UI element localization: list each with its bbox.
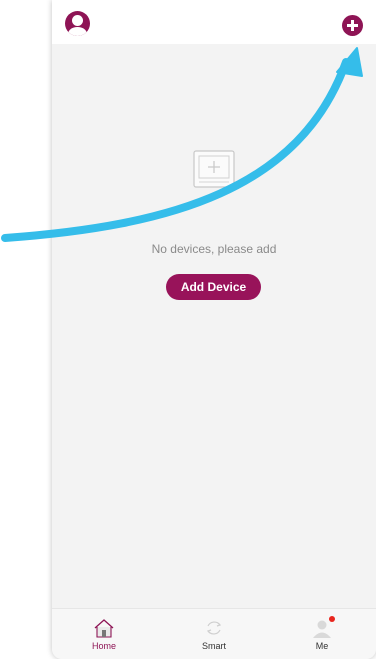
empty-device-box-icon	[193, 150, 235, 188]
tab-home[interactable]: Home	[64, 609, 144, 659]
bottom-tab-bar: Home Smart Me	[52, 608, 376, 659]
phone-screen: No devices, please add Add Device Home S…	[52, 0, 376, 659]
tab-home-label: Home	[91, 641, 116, 651]
avatar-body	[68, 27, 87, 36]
add-device-button[interactable]: Add Device	[166, 274, 261, 300]
tab-smart-label: Smart	[201, 641, 226, 651]
avatar-head	[72, 15, 83, 26]
notification-badge	[329, 616, 335, 622]
add-device-plus-button[interactable]	[342, 15, 363, 36]
tab-me[interactable]: Me	[282, 609, 362, 659]
screenshot-canvas: No devices, please add Add Device Home S…	[0, 0, 376, 659]
tab-me-label: Me	[315, 641, 329, 651]
refresh-icon	[206, 621, 222, 635]
user-avatar-icon[interactable]	[65, 11, 90, 36]
home-icon	[94, 619, 114, 638]
empty-state-message: No devices, please add	[151, 242, 277, 256]
tab-smart[interactable]: Smart	[174, 609, 254, 659]
top-bar	[52, 0, 376, 44]
